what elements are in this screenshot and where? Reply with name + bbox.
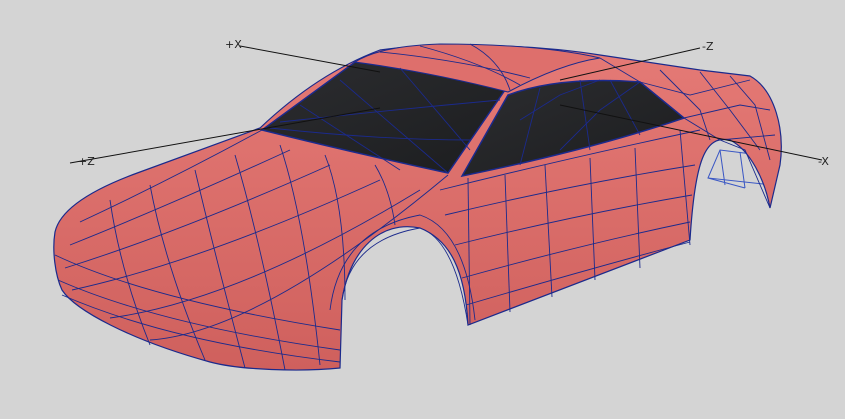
axis-label-pos-x: +X [225, 38, 242, 51]
axis-label-neg-z: -Z [702, 40, 714, 53]
axis-label-neg-x: -X [818, 155, 829, 168]
car-body-model[interactable] [0, 0, 845, 419]
3d-viewport[interactable]: +X -Z +Z -X [0, 0, 845, 419]
axis-label-pos-z: +Z [78, 155, 95, 168]
